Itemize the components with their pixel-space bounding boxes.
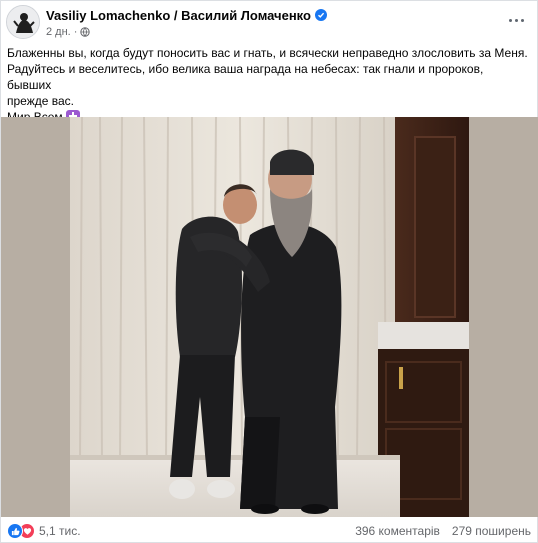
post-header: Vasiliy Lomachenko / Василий Ломаченко 2… (1, 1, 538, 43)
comments-count[interactable]: 396 коментарів (355, 524, 440, 538)
post-photo[interactable] (70, 117, 469, 517)
avatar-image (7, 6, 39, 38)
verified-badge-icon (314, 9, 327, 21)
author-name[interactable]: Vasiliy Lomachenko / Василий Ломаченко (46, 8, 311, 23)
post-text-line: Радуйтесь и веселитесь, ибо велика ваша … (7, 62, 484, 92)
post-photo-container[interactable] (1, 117, 538, 517)
engagement-counts: 396 коментарів 279 поширень (355, 524, 531, 538)
post-text-line: прежде вас. (7, 94, 74, 108)
post-text-line: Блаженны вы, когда будут поносить вас и … (7, 46, 528, 60)
globe-icon[interactable] (80, 27, 91, 37)
post-text: Блаженны вы, когда будут поносить вас и … (7, 45, 529, 125)
post-timestamp[interactable]: 2 дн. (46, 26, 71, 38)
photo-image (70, 117, 469, 517)
post-footer: 5,1 тис. 396 коментарів 279 поширень (1, 517, 538, 543)
shares-count[interactable]: 279 поширень (452, 524, 531, 538)
reactions-summary[interactable]: 5,1 тис. (7, 523, 81, 539)
more-horizontal-icon[interactable] (505, 11, 527, 29)
author-avatar[interactable] (6, 5, 40, 39)
reaction-count: 5,1 тис. (39, 524, 81, 538)
separator-dot: · (73, 26, 78, 38)
feed-post: Vasiliy Lomachenko / Василий Ломаченко 2… (0, 0, 538, 543)
like-reaction-icon (7, 523, 23, 539)
